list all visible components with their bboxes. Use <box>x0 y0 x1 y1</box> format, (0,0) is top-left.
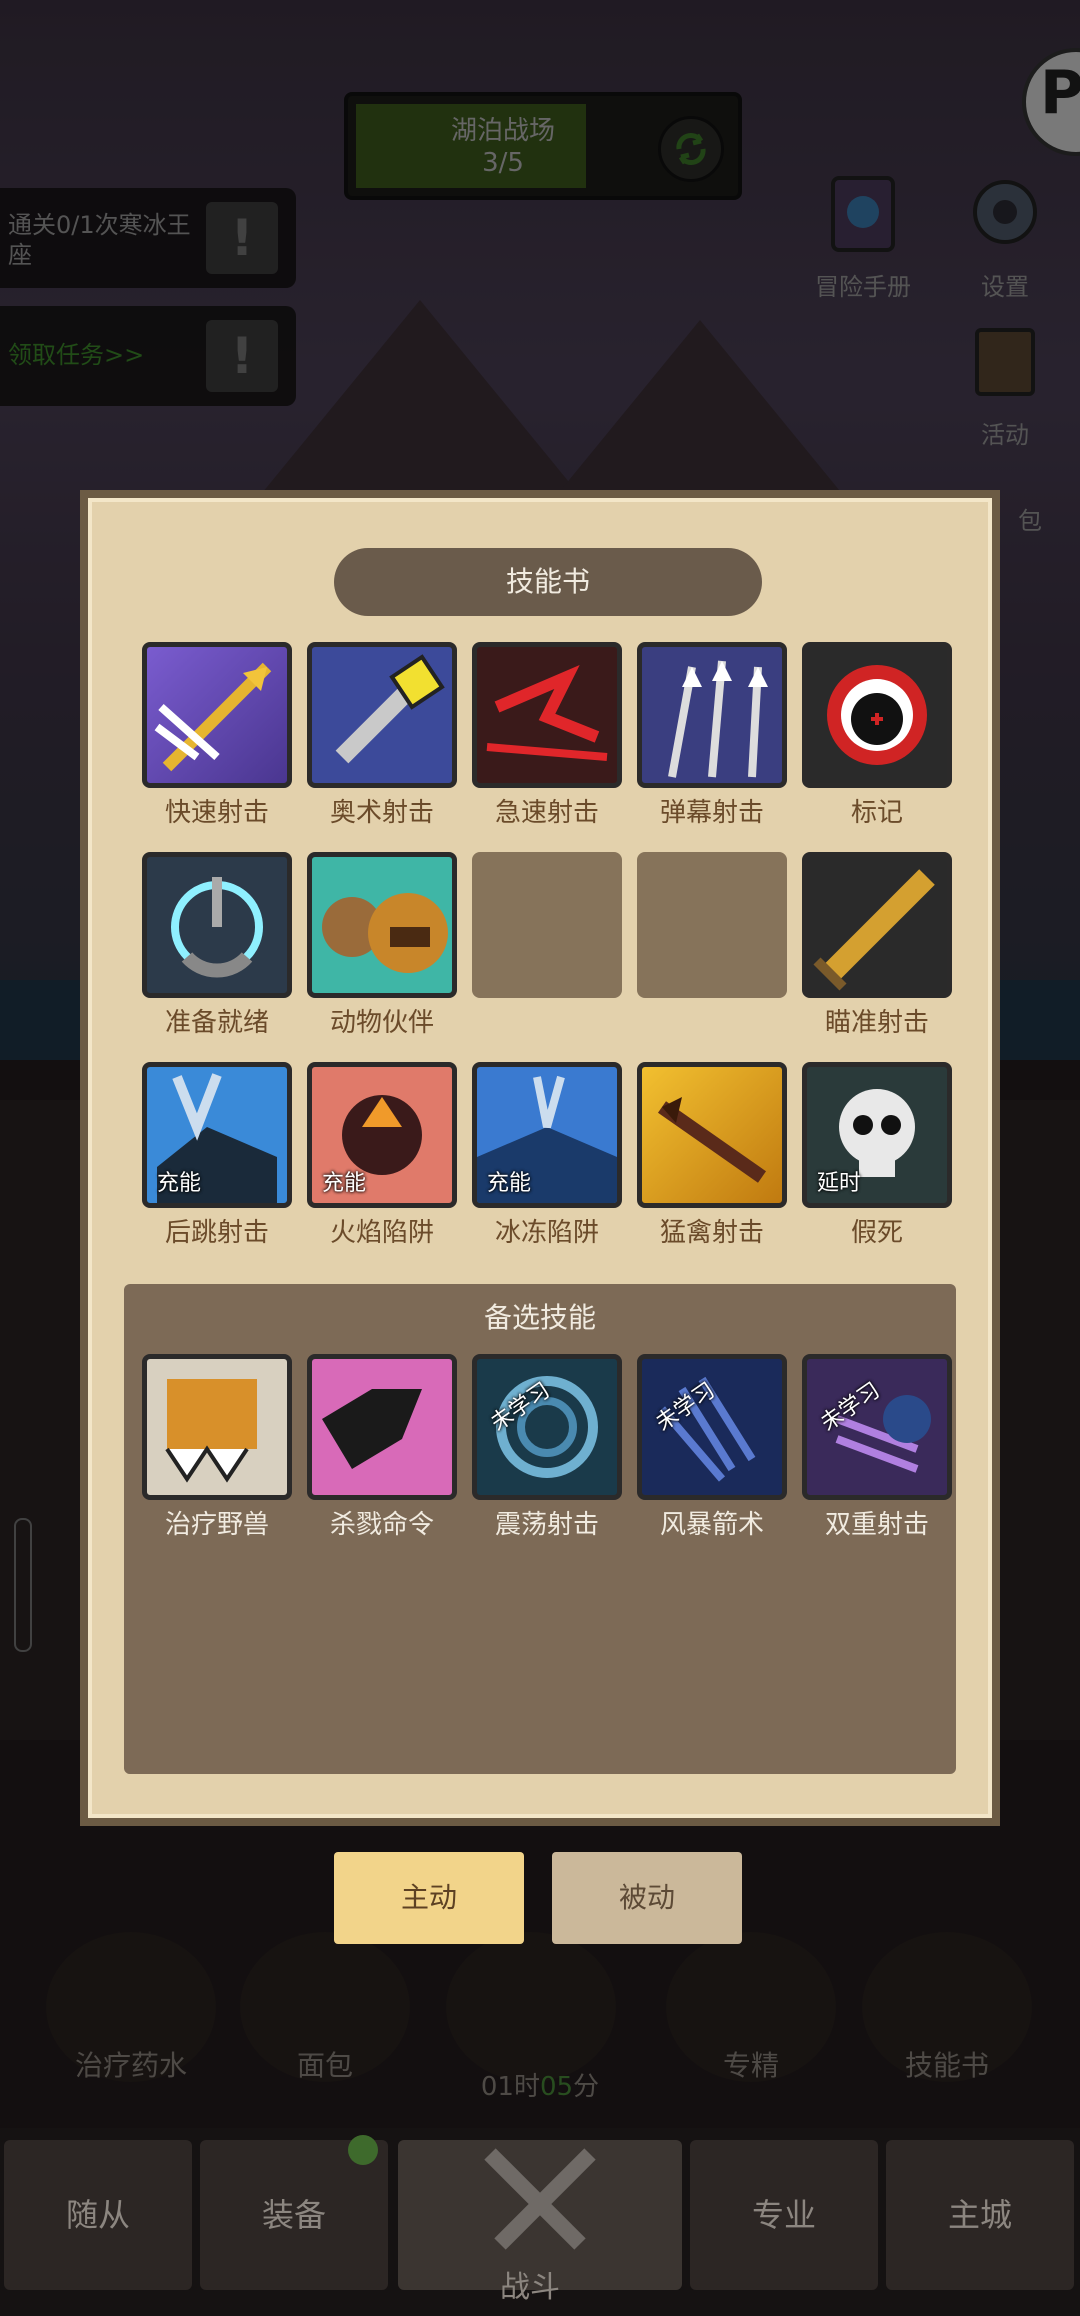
skill-storm-arrows[interactable]: 未学习 风暴箭术 <box>637 1354 787 1540</box>
skill-feign-death[interactable]: 延时 假死 <box>802 1062 952 1248</box>
skill-tag: 充能 <box>487 1171 532 1196</box>
skill-name: 双重射击 <box>824 1510 929 1540</box>
tab-passive-skills[interactable]: 被动 <box>552 1852 742 1944</box>
skill-kill-command[interactable]: 杀戮命令 <box>307 1354 457 1540</box>
notification-dot <box>348 2135 378 2165</box>
skill-name: 弹幕射击 <box>659 798 764 828</box>
skill-barrage[interactable]: 弹幕射击 <box>637 642 787 828</box>
skill-icon-rapid <box>472 642 622 788</box>
skill-icon-disengage: 充能 <box>142 1062 292 1208</box>
skill-icon-freezing-trap: 充能 <box>472 1062 622 1208</box>
skill-icon-multi-shot: 未学习 <box>802 1354 952 1500</box>
skill-icon-arrow <box>142 642 292 788</box>
nav-main-city[interactable]: 主城 <box>886 2140 1074 2290</box>
skill-name: 瞄准射击 <box>824 1008 929 1038</box>
skill-name: 假死 <box>850 1218 903 1248</box>
skill-icon-kill-command <box>307 1354 457 1500</box>
skill-name: 准备就绪 <box>164 1008 269 1038</box>
nav-specialty[interactable]: 专业 <box>690 2140 878 2290</box>
skill-disengage[interactable]: 充能 后跳射击 <box>142 1062 292 1248</box>
skill-multi-shot[interactable]: 未学习 双重射击 <box>802 1354 952 1540</box>
skill-name: 风暴箭术 <box>659 1510 764 1540</box>
skill-name: 标记 <box>850 798 903 828</box>
skill-icon-vortex: 未学习 <box>472 1354 622 1500</box>
skill-name: 快速射击 <box>164 798 269 828</box>
skill-name: 治疗野兽 <box>164 1510 269 1540</box>
skill-arcane-shot[interactable]: 奥术射击 <box>307 642 457 828</box>
skill-name: 急速射击 <box>494 798 599 828</box>
skill-name: 后跳射击 <box>164 1218 269 1248</box>
nav-followers[interactable]: 随从 <box>4 2140 192 2290</box>
skill-icon-animal <box>307 852 457 998</box>
backup-title: 备选技能 <box>483 1301 596 1334</box>
skill-tag: 充能 <box>322 1171 367 1196</box>
crossed-swords-icon <box>484 2148 596 2250</box>
skill-name: 猛禽射击 <box>659 1218 764 1248</box>
skill-name: 杀戮命令 <box>329 1510 434 1540</box>
skill-concussive-shot[interactable]: 未学习 震荡射击 <box>472 1354 622 1540</box>
skill-icon-arcane <box>307 642 457 788</box>
skill-tag: 充能 <box>157 1171 202 1196</box>
skill-name: 奥术射击 <box>329 798 434 828</box>
tab-active-skills[interactable]: 主动 <box>334 1852 524 1944</box>
skill-name: 冰冻陷阱 <box>494 1218 599 1248</box>
skill-rapid-fire[interactable]: 急速射击 <box>472 642 622 828</box>
skill-animal-companion[interactable]: 动物伙伴 <box>307 852 457 1038</box>
skill-tag: 延时 <box>817 1171 862 1196</box>
skill-icon-ready <box>142 852 292 998</box>
skill-icon-aimed <box>802 852 952 998</box>
skill-mark[interactable]: 标记 <box>802 642 952 828</box>
empty-skill-slot[interactable] <box>637 852 787 998</box>
skill-icon-skull: 延时 <box>802 1062 952 1208</box>
skill-icon-mend-pet <box>142 1354 292 1500</box>
skill-name: 动物伙伴 <box>329 1008 434 1038</box>
skill-icon-mark <box>802 642 952 788</box>
skill-icon-raptor <box>637 1062 787 1208</box>
skill-book-modal: 技能书 快速射击 奥术射击 急速射击 弹幕射击 标记 准备就绪 动物伙伴 瞄准射… <box>80 490 1000 1826</box>
skill-quick-shot[interactable]: 快速射击 <box>142 642 292 828</box>
skill-fire-trap[interactable]: 充能 火焰陷阱 <box>307 1062 457 1248</box>
skill-name: 震荡射击 <box>494 1510 599 1540</box>
skill-icon-storm: 未学习 <box>637 1354 787 1500</box>
skill-icon-fire-trap: 充能 <box>307 1062 457 1208</box>
skill-aimed-shot[interactable]: 瞄准射击 <box>802 852 952 1038</box>
nav-battle-label: 战斗 <box>500 2270 560 2305</box>
skill-name: 火焰陷阱 <box>329 1218 434 1248</box>
skill-icon-barrage <box>637 642 787 788</box>
skill-freezing-trap[interactable]: 充能 冰冻陷阱 <box>472 1062 622 1248</box>
empty-skill-slot[interactable] <box>472 852 622 998</box>
modal-title: 技能书 <box>334 548 762 616</box>
skill-raptor-strike[interactable]: 猛禽射击 <box>637 1062 787 1248</box>
skill-mend-pet[interactable]: 治疗野兽 <box>142 1354 292 1540</box>
skill-ready[interactable]: 准备就绪 <box>142 852 292 1038</box>
backup-skills-panel: 备选技能 治疗野兽 杀戮命令 未学习 震荡射击 未学习 风暴箭术 未学习 双重射… <box>124 1284 956 1774</box>
